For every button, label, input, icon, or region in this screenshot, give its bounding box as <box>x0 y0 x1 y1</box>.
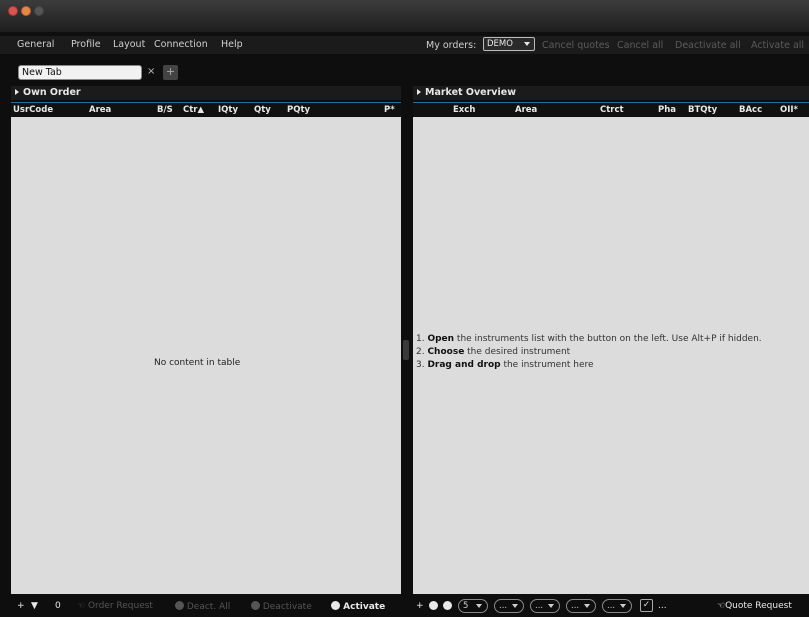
menu-general[interactable]: General <box>17 39 54 50</box>
depth-combo[interactable]: 5 <box>458 599 488 613</box>
chevron-down-icon <box>476 604 482 608</box>
instruction-choose: Choose <box>427 347 465 357</box>
chevron-down-icon <box>512 604 518 608</box>
add-circle-icon[interactable] <box>429 601 438 612</box>
filter-combo-1[interactable]: ... <box>494 599 524 613</box>
activate-label: Activate <box>343 602 386 612</box>
splitter-grip-icon[interactable] <box>403 340 409 360</box>
filter-icon[interactable]: ▼ <box>31 601 38 611</box>
column-header-ctr[interactable]: Ctr▲ <box>183 105 204 115</box>
column-header-area[interactable]: Area <box>89 105 111 115</box>
instruction-choose-text: the desired instrument <box>464 347 571 357</box>
instruction-step-2: 2. Choose the desired instrument <box>416 347 571 357</box>
deact-all-label: Deact. All <box>186 602 231 612</box>
tab-new-tab[interactable]: New Tab <box>18 65 142 80</box>
empty-table-message: No content in table <box>154 358 241 368</box>
combo-placeholder: ... <box>607 601 616 611</box>
column-header-bs[interactable]: B/S <box>157 105 173 115</box>
instruction-drag: Drag and drop <box>427 360 501 370</box>
own-order-table-body[interactable]: No content in table <box>11 117 401 594</box>
activate-button[interactable]: Activate <box>331 601 385 612</box>
demo-dropdown-value: DEMO <box>487 39 513 49</box>
instruction-step-1: 1. Open the instruments list with the bu… <box>416 334 762 344</box>
menu-layout[interactable]: Layout <box>113 39 145 50</box>
quote-request-label: Quote Request <box>725 601 792 611</box>
depth-combo-value: 5 <box>463 601 469 611</box>
hand-icon: ☜ <box>717 601 726 611</box>
tab-strip: New Tab × + <box>0 62 809 82</box>
window-maximize-button[interactable] <box>34 6 44 16</box>
own-order-header[interactable]: Own Order <box>11 86 401 100</box>
window-minimize-button[interactable] <box>21 6 31 16</box>
filter-count: 0 <box>55 601 61 611</box>
instruction-step-3: 3. Drag and drop the instrument here <box>416 360 594 370</box>
demo-dropdown[interactable]: DEMO <box>483 37 535 51</box>
add-tab-button[interactable]: + <box>163 65 178 80</box>
window-titlebar <box>0 0 809 32</box>
instructions-block: 1. Open the instruments list with the bu… <box>416 333 801 372</box>
add-icon[interactable]: + <box>416 601 424 611</box>
deactivate-label: Deactivate <box>262 602 312 612</box>
market-overview-toolbar: + 5 ... ... ... ... ✓ ... ☜Quote Request <box>413 598 809 617</box>
order-request-label: Order Request <box>87 601 153 611</box>
own-order-title: Own Order <box>23 87 81 98</box>
more-options-button[interactable]: ... <box>658 601 667 611</box>
instruction-open-text: the instruments list with the button on … <box>454 334 762 344</box>
combo-placeholder: ... <box>571 601 580 611</box>
filter-combo-3[interactable]: ... <box>566 599 596 613</box>
filter-checkbox[interactable]: ✓ <box>640 599 653 612</box>
column-header-p[interactable]: P* <box>384 105 395 115</box>
window-close-button[interactable] <box>8 6 18 16</box>
panel-splitter[interactable] <box>401 84 413 594</box>
column-header-qty[interactable]: Qty <box>254 105 271 115</box>
market-overview-column-header-row: Exch Area Ctrct Pha BTQty BAcc OII* <box>413 102 809 116</box>
expand-triangle-icon <box>15 89 19 95</box>
hand-icon: ☜ <box>77 601 86 611</box>
column-header-btqty[interactable]: BTQty <box>688 105 717 115</box>
column-header-pqty[interactable]: PQty <box>287 105 310 115</box>
instruction-drag-text: the instrument here <box>500 360 594 370</box>
column-header-oii[interactable]: OII* <box>780 105 798 115</box>
activate-all-button[interactable]: Activate all <box>751 40 804 51</box>
cancel-quotes-button[interactable]: Cancel quotes <box>542 40 610 51</box>
remove-circle-icon[interactable] <box>443 601 452 612</box>
column-header-ctrct[interactable]: Ctrct <box>600 105 624 115</box>
combo-placeholder: ... <box>535 601 544 611</box>
filter-combo-4[interactable]: ... <box>602 599 632 613</box>
instruction-open: Open <box>427 334 455 344</box>
deactivate-icon <box>251 601 260 610</box>
order-request-button[interactable]: ☜ Order Request <box>77 601 153 611</box>
column-header-bacc[interactable]: BAcc <box>739 105 762 115</box>
cancel-all-button[interactable]: Cancel all <box>617 40 663 51</box>
tab-close-icon[interactable]: × <box>147 66 155 77</box>
deactivate-all-button[interactable]: Deactivate all <box>675 40 741 51</box>
deactivate-button[interactable]: Deactivate <box>251 601 312 612</box>
column-header-usrcode[interactable]: UsrCode <box>13 105 53 115</box>
chevron-down-icon <box>524 42 530 46</box>
chevron-down-icon <box>584 604 590 608</box>
chevron-down-icon <box>548 604 554 608</box>
deactivate-all-icon <box>175 601 184 610</box>
my-orders-label: My orders: <box>426 40 477 51</box>
own-order-column-header-row: UsrCode Area B/S Ctr▲ IQty Qty PQty P* <box>11 102 401 116</box>
menu-profile[interactable]: Profile <box>71 39 101 50</box>
quote-request-button[interactable]: ☜Quote Request <box>717 601 792 611</box>
menu-bar: General Profile Layout Connection Help M… <box>0 36 809 54</box>
menu-help[interactable]: Help <box>221 39 243 50</box>
deact-all-button[interactable]: Deact. All <box>175 601 230 612</box>
filter-combo-2[interactable]: ... <box>530 599 560 613</box>
market-overview-title: Market Overview <box>425 87 516 98</box>
menu-connection[interactable]: Connection <box>154 39 208 50</box>
activate-icon <box>331 601 340 610</box>
column-header-iqty[interactable]: IQty <box>218 105 238 115</box>
own-order-toolbar: + ▼ 0 ☜ Order Request Deact. All Deactiv… <box>11 598 401 617</box>
column-header-exch[interactable]: Exch <box>453 105 475 115</box>
market-overview-header[interactable]: Market Overview <box>413 86 809 100</box>
column-header-pha[interactable]: Pha <box>658 105 676 115</box>
combo-placeholder: ... <box>499 601 508 611</box>
chevron-down-icon <box>620 604 626 608</box>
add-icon[interactable]: + <box>17 601 25 611</box>
column-header-area[interactable]: Area <box>515 105 537 115</box>
expand-triangle-icon <box>417 89 421 95</box>
